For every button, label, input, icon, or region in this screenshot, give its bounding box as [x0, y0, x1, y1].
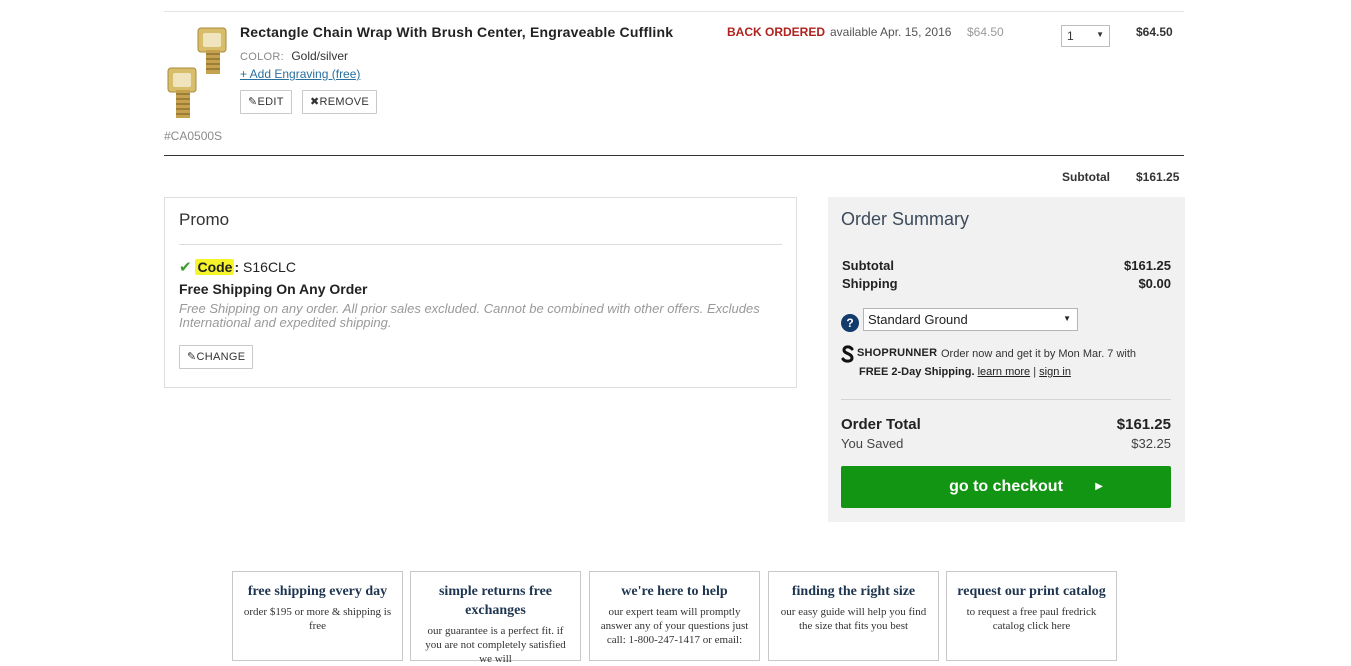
footer-box-title: we're here to help	[621, 584, 728, 599]
edit-label: EDIT	[257, 96, 284, 108]
footer-box-returns[interactable]: simple returns free exchanges our guaran…	[410, 571, 581, 665]
summary-subtotal-value: $161.25	[1124, 258, 1171, 273]
promo-headline: Free Shipping On Any Order	[179, 281, 368, 297]
footer-box-size-guide[interactable]: finding the right size our easy guide wi…	[768, 571, 939, 661]
change-promo-button[interactable]: ✎CHANGE	[179, 345, 254, 369]
cart-subtotal-label: Subtotal	[1062, 170, 1110, 184]
shoprunner-offer: FREE 2-Day Shipping. learn more | sign i…	[859, 366, 1071, 378]
availability-date: available Apr. 15, 2016	[830, 25, 952, 39]
you-saved-label: You Saved	[841, 436, 904, 451]
product-sku: #CA0500S	[164, 129, 223, 143]
checkmark-icon: ✔	[179, 259, 192, 276]
you-saved-value: $32.25	[1131, 436, 1171, 451]
promo-divider	[179, 244, 782, 245]
pencil-icon: ✎	[187, 351, 197, 363]
remove-label: REMOVE	[319, 96, 370, 108]
promo-code-value: S16CLC	[243, 259, 296, 275]
promo-code: ✔ Code: S16CLC	[179, 259, 296, 276]
shoprunner-free-shipping: FREE 2-Day Shipping.	[859, 366, 975, 378]
change-label: CHANGE	[196, 351, 246, 363]
footer-box-free-shipping[interactable]: free shipping every day order $195 or mo…	[232, 571, 403, 661]
order-total-label: Order Total	[841, 416, 921, 433]
cart-divider	[164, 155, 1184, 156]
footer-box-catalog[interactable]: request our print catalog to request a f…	[946, 571, 1117, 661]
chevron-down-icon: ▼	[1063, 314, 1071, 323]
summary-divider	[841, 399, 1171, 400]
checkout-label: go to checkout	[949, 478, 1063, 495]
order-total-value: $161.25	[1116, 416, 1171, 433]
learn-more-link[interactable]: learn more	[978, 366, 1031, 378]
cufflink-top	[197, 27, 227, 74]
arrow-right-icon: ▶	[1095, 481, 1103, 492]
promo-description: Free Shipping on any order. All prior sa…	[179, 301, 760, 330]
footer-box-title: free shipping every day	[247, 584, 388, 599]
shoprunner-message: Order now and get it by Mon Mar. 7 with	[941, 348, 1137, 360]
order-summary-title: Order Summary	[841, 209, 970, 229]
footer-box-title: request our print catalog	[957, 584, 1106, 599]
promo-code-label: Code	[195, 259, 235, 275]
footer-box-title: simple returns free exchanges	[438, 584, 552, 618]
pencil-icon: ✎	[248, 96, 258, 108]
cart-subtotal-value: $161.25	[1136, 170, 1180, 184]
chevron-down-icon: ▼	[1096, 30, 1104, 39]
edit-button[interactable]: ✎EDIT	[240, 90, 292, 114]
summary-subtotal-label: Subtotal	[842, 258, 894, 273]
footer-box-text: our easy guide will help you find the si…	[780, 606, 927, 632]
remove-button[interactable]: ✖REMOVE	[302, 90, 378, 114]
footer-box-text: our expert team will promptly answer any…	[600, 606, 749, 646]
footer-box-text: our guarantee is a perfect fit. if you a…	[425, 625, 566, 665]
quantity-select[interactable]: 1 ▼	[1061, 25, 1110, 47]
color-value: Gold/silver	[291, 49, 349, 63]
shipping-method-value: Standard Ground	[868, 312, 968, 327]
unit-price: $64.50	[967, 25, 1004, 39]
product-title[interactable]: Rectangle Chain Wrap With Brush Center, …	[240, 24, 673, 40]
shoprunner-logo-icon	[841, 345, 854, 363]
summary-shipping-label: Shipping	[842, 276, 898, 291]
top-divider	[164, 11, 1184, 12]
add-engraving-link[interactable]: + Add Engraving (free)	[240, 67, 360, 81]
product-color: COLOR: Gold/silver	[240, 49, 348, 63]
footer-box-title: finding the right size	[791, 584, 916, 599]
product-image[interactable]	[164, 22, 234, 122]
line-total: $64.50	[1136, 25, 1173, 39]
cufflink-bottom	[167, 67, 197, 118]
promo-title: Promo	[179, 210, 230, 229]
close-icon: ✖	[310, 96, 320, 108]
summary-shipping-value: $0.00	[1138, 276, 1171, 291]
link-separator: |	[1033, 366, 1037, 378]
footer-box-text: to request a free paul fredrick catalog …	[966, 606, 1097, 632]
shipping-method-select[interactable]: Standard Ground ▼	[863, 308, 1078, 331]
quantity-value: 1	[1067, 29, 1074, 43]
footer-box-text: order $195 or more & shipping is free	[243, 606, 392, 632]
checkout-button[interactable]: go to checkout ▶	[841, 466, 1171, 508]
help-icon[interactable]: ?	[841, 314, 859, 332]
shoprunner-brand: SHOPRUNNER	[857, 347, 938, 359]
stock-status: BACK ORDERED	[727, 25, 826, 39]
sign-in-link[interactable]: sign in	[1039, 366, 1071, 378]
footer-box-help[interactable]: we're here to help our expert team will …	[589, 571, 760, 661]
color-label: COLOR:	[240, 51, 284, 63]
